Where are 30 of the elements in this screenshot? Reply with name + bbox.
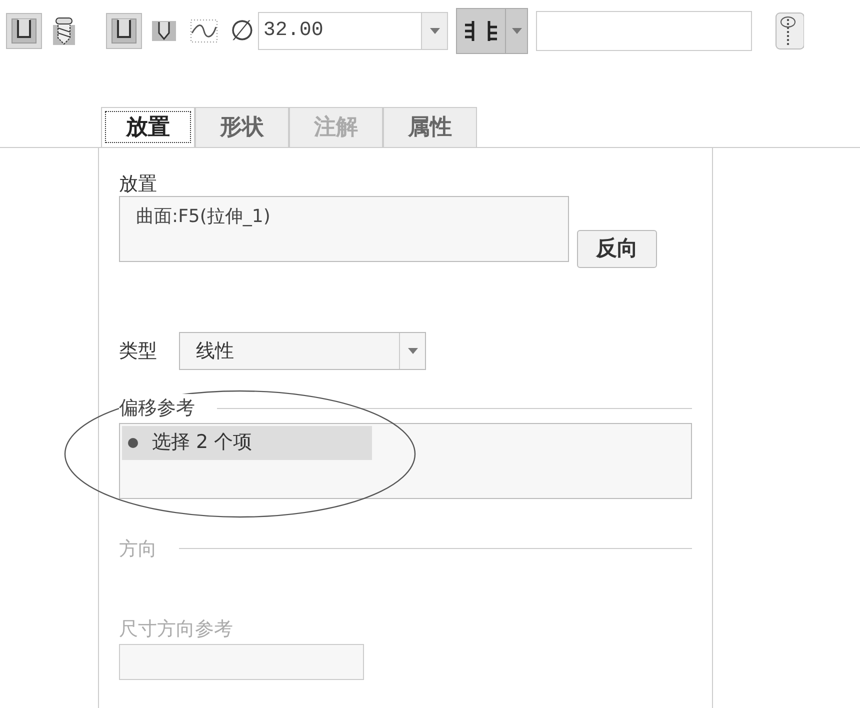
- drill-point-icon: [151, 20, 177, 42]
- dimension-reference-field[interactable]: [119, 644, 364, 680]
- placement-reference-field[interactable]: 曲面:F5(拉伸_1): [119, 196, 569, 262]
- offset-references-list[interactable]: 选择 2 个项: [119, 422, 692, 498]
- reference-item[interactable]: 选择 2 个项: [122, 426, 372, 460]
- dimension-reference-label: 尺寸方向参考: [119, 617, 234, 642]
- dropdown-arrow-icon: [512, 28, 522, 34]
- dropdown-arrow-icon: [430, 28, 440, 34]
- hole-profile-icon: [11, 18, 37, 44]
- hole-profile-icon: [111, 18, 137, 44]
- toolbar-button[interactable]: [106, 13, 142, 49]
- dropdown-arrow-icon: [408, 348, 418, 354]
- type-dropdown[interactable]: 线性: [179, 332, 426, 370]
- depth-option-button[interactable]: [456, 8, 528, 54]
- toolbar-button[interactable]: [6, 13, 42, 49]
- type-label: 类型: [119, 338, 157, 364]
- depth-value-field[interactable]: [536, 11, 752, 51]
- flip-button[interactable]: 反向: [577, 230, 657, 268]
- placement-label: 放置: [119, 172, 158, 196]
- tab[interactable]: 形状: [195, 107, 289, 147]
- tab[interactable]: 属性: [383, 107, 477, 147]
- depth-icon: [463, 19, 500, 43]
- direction-label: 方向: [119, 536, 157, 562]
- tab[interactable]: 放置: [101, 107, 195, 147]
- threaded-hole-icon: [52, 16, 76, 46]
- diameter-field[interactable]: 32.00: [258, 12, 448, 50]
- diameter-symbol: ∅: [230, 13, 254, 49]
- bullet-icon: [128, 438, 138, 448]
- reference-item-text: 选择 2 个项: [152, 430, 252, 456]
- dotted-wave-icon: [190, 17, 218, 45]
